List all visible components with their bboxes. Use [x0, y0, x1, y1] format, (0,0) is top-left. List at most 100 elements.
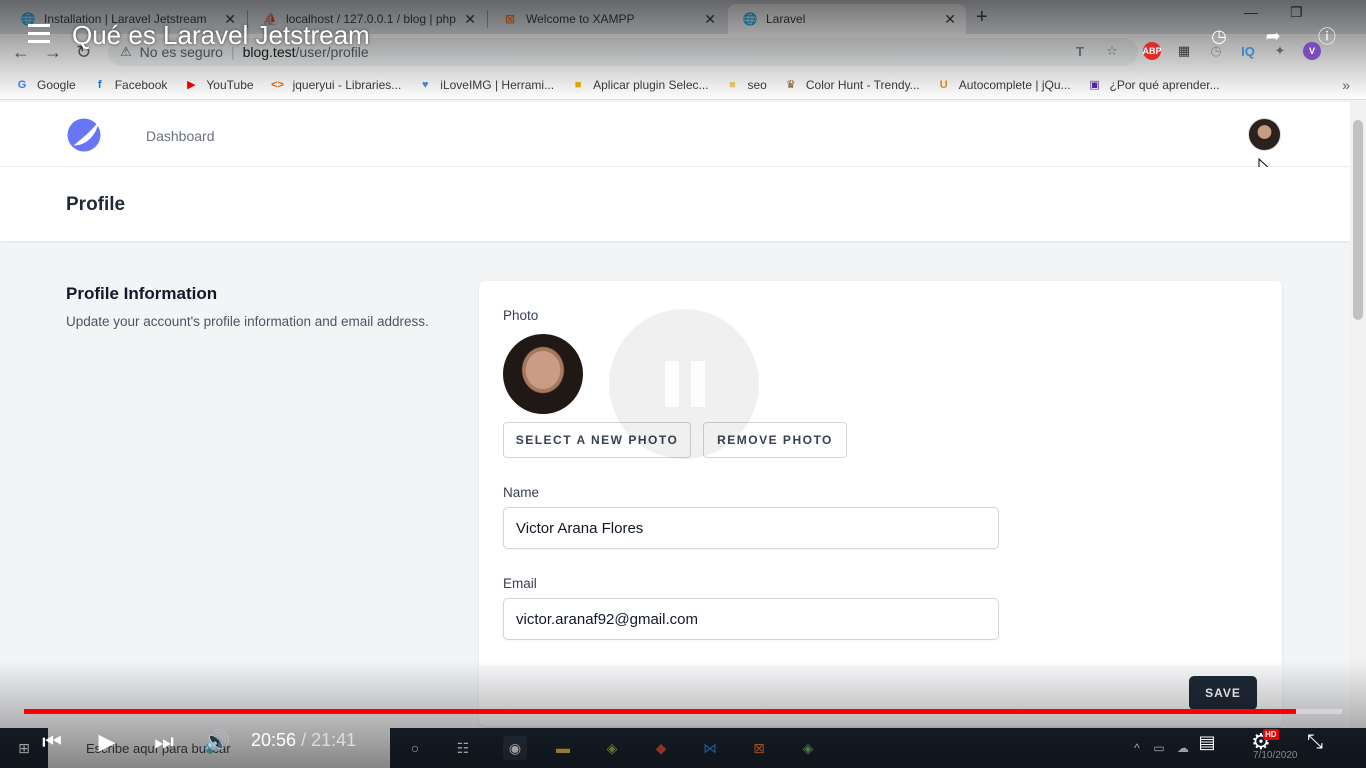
profile-photo [503, 334, 583, 414]
xampp-icon: ⊠ [504, 12, 516, 26]
pause-indicator-icon [609, 309, 759, 459]
current-time: 20:56 [251, 730, 297, 750]
profile-form-card: Photo SELECT A NEW PHOTO REMOVE PHOTO Na… [479, 281, 1282, 726]
windows-start-icon[interactable]: ⊞ [12, 736, 36, 760]
bookmark-label: Google [37, 77, 76, 92]
globe-icon: 🌐 [742, 12, 758, 26]
name-label: Name [503, 485, 540, 500]
bookmark-icon: ♛ [785, 79, 796, 91]
bookmark-icon: U [939, 78, 948, 91]
previous-icon[interactable]: ⏮ [38, 728, 66, 756]
tab-xampp[interactable]: ⊠ Welcome to XAMPP ✕ [488, 4, 726, 34]
star-icon[interactable]: ☆ [1103, 42, 1121, 60]
bookmark-item[interactable]: U Autocomplete | jQu... [936, 77, 1071, 93]
name-field[interactable] [503, 507, 999, 549]
bookmark-icon: ■ [729, 78, 736, 91]
tab-title: Welcome to XAMPP [526, 12, 635, 26]
time-separator: / [301, 730, 312, 750]
adblock-icon[interactable]: ABP [1143, 42, 1162, 60]
video-progress-bar[interactable] [24, 709, 1342, 714]
bookmark-icon: G [17, 78, 27, 91]
bookmark-icon: ▣ [1089, 79, 1100, 91]
bookmark-icon: <> [271, 78, 284, 91]
bookmark-icon: ■ [574, 78, 582, 91]
menu-icon[interactable] [28, 24, 50, 48]
volume-icon[interactable]: 🔊 [202, 728, 232, 756]
section-title: Profile Information [66, 284, 218, 303]
nav-link-dashboard[interactable]: Dashboard [146, 128, 215, 144]
bookmark-item[interactable]: ▶ YouTube [183, 77, 253, 93]
bookmark-label: Color Hunt - Trendy... [805, 77, 920, 92]
chevron-up-icon[interactable]: ^ [1125, 736, 1149, 760]
task-view-icon[interactable]: ☷ [451, 736, 475, 760]
translate-icon[interactable]: T [1071, 42, 1089, 60]
pause-bar [691, 361, 705, 407]
bookmark-label: Facebook [114, 77, 168, 92]
bookmark-item[interactable]: ♛ Color Hunt - Trendy... [783, 77, 920, 93]
bookmark-item[interactable]: ■ Aplicar plugin Selec... [570, 77, 709, 93]
jetstream-logo-icon[interactable] [66, 117, 102, 153]
bookmark-label: Autocomplete | jQu... [958, 77, 1071, 92]
bookmark-item[interactable]: ■ seo [725, 77, 767, 93]
bookmark-label: ¿Por qué aprender... [1109, 77, 1220, 92]
bookmark-item[interactable]: <> jqueryui - Libraries... [270, 77, 402, 93]
page-scrollbar[interactable] [1350, 102, 1366, 728]
play-icon[interactable]: ▶ [93, 728, 121, 756]
bookmark-icon: f [97, 78, 102, 91]
exit-fullscreen-icon[interactable]: ⤡ [1300, 728, 1330, 756]
battery-icon: ▭ [1153, 741, 1165, 755]
pause-bar [665, 361, 679, 407]
bookmark-label: YouTube [206, 77, 254, 92]
save-button[interactable]: SAVE [1189, 676, 1257, 710]
bookmark-icon: ▶ [187, 79, 196, 91]
bookmark-icon: ♥ [422, 78, 429, 91]
email-field[interactable] [503, 598, 999, 640]
next-icon[interactable]: ⏭ [150, 728, 178, 756]
profile-icon[interactable]: V [1303, 42, 1321, 60]
app-navigation: Dashboard [0, 102, 1350, 167]
file-explorer-icon[interactable]: ▬ [551, 736, 575, 760]
page-title: Profile [66, 194, 126, 215]
xampp-icon[interactable]: ⊠ [747, 736, 771, 760]
video-progress-fill [24, 709, 1296, 714]
bookmark-item[interactable]: f Facebook [92, 77, 168, 93]
form-footer [479, 665, 1282, 726]
tab-laravel[interactable]: 🌐 Laravel ✕ [728, 4, 966, 34]
video-title[interactable]: Qué es Laravel Jetstream [72, 20, 370, 51]
close-icon[interactable]: ✕ [464, 11, 476, 28]
duration: 21:41 [311, 730, 357, 750]
app-icon[interactable]: ◈ [796, 736, 820, 760]
minimize-icon[interactable]: — [1244, 4, 1258, 20]
section-description: Update your account's profile informatio… [66, 314, 429, 329]
bookmark-label: seo [747, 77, 767, 92]
timer-extension-icon[interactable]: ◷ [1207, 42, 1225, 60]
tab-title: Laravel [766, 12, 806, 26]
vscode-icon[interactable]: ⋈ [698, 736, 722, 760]
bookmark-label: iLoveIMG | Herrami... [440, 77, 555, 92]
bookmark-label: Aplicar plugin Selec... [593, 77, 709, 92]
user-avatar[interactable] [1248, 118, 1281, 151]
restore-icon[interactable]: ❐ [1290, 4, 1303, 21]
close-icon[interactable]: ✕ [944, 11, 956, 28]
bookmark-item[interactable]: ▣ ¿Por qué aprender... [1087, 77, 1220, 93]
app-icon[interactable]: ◈ [600, 736, 624, 760]
email-label: Email [503, 576, 537, 591]
chevron-right-icon[interactable]: » [1342, 77, 1350, 93]
bookmark-label: jqueryui - Libraries... [292, 77, 402, 92]
close-icon[interactable]: ✕ [704, 11, 716, 28]
bookmark-item[interactable]: G Google [14, 77, 76, 93]
qr-icon[interactable]: ▦ [1175, 42, 1193, 60]
chrome-icon[interactable]: ◉ [503, 736, 527, 760]
scrollbar-thumb[interactable] [1353, 120, 1363, 320]
app-icon[interactable]: ◆ [649, 736, 673, 760]
photo-label: Photo [503, 308, 539, 323]
video-time: 20:56 / 21:41 [251, 730, 356, 751]
subtitles-icon[interactable]: ▤ [1192, 728, 1222, 756]
bookmark-item[interactable]: ♥ iLoveIMG | Herrami... [417, 77, 554, 93]
new-tab-icon[interactable]: + [976, 6, 988, 29]
cortana-icon[interactable]: ○ [403, 736, 427, 760]
bookmarks-bar: G Google f Facebook ▶ YouTube <> jqueryui - Lib… [0, 70, 1366, 100]
hd-badge: HD [1263, 729, 1279, 740]
puzzle-icon[interactable]: ✦ [1271, 42, 1289, 60]
iq-extension-icon[interactable]: IQ [1239, 42, 1257, 60]
